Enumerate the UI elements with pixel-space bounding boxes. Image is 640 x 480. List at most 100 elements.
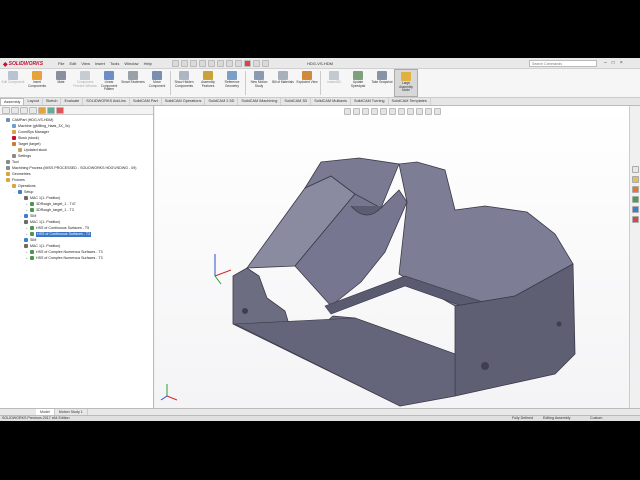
menu-item-help[interactable]: Help: [144, 61, 152, 66]
dimxpert-tab-icon[interactable]: [29, 107, 37, 114]
tree-toggle-icon[interactable]: -: [8, 184, 11, 188]
assembly-features-button[interactable]: Assembly Features: [196, 69, 220, 97]
tree-toggle-icon[interactable]: -: [20, 244, 23, 248]
instant3d-button[interactable]: Instant3D: [322, 69, 346, 97]
select-icon[interactable]: [226, 60, 233, 67]
tab-solidcam-operations[interactable]: SolidCAM Operations: [162, 98, 206, 105]
solidcam-tab-icon[interactable]: [38, 107, 46, 114]
solidworks-resources-icon[interactable]: [631, 166, 639, 173]
mate-button[interactable]: Mate: [49, 69, 73, 97]
maximize-icon[interactable]: □: [612, 60, 615, 66]
tab-solidcam-turning[interactable]: SolidCAM Turning: [351, 98, 389, 105]
save-icon[interactable]: [190, 60, 197, 67]
insert-components-label: Insert Components: [27, 80, 47, 88]
component-preview-window-button[interactable]: Component Preview Window: [73, 69, 97, 97]
show-hidden-components-icon: [179, 71, 189, 80]
cam-manager-tab-icon[interactable]: [56, 107, 64, 114]
edit-component-button[interactable]: Edit Component: [1, 69, 25, 97]
close-icon[interactable]: ×: [620, 60, 623, 66]
tree-toggle-icon[interactable]: +: [26, 256, 29, 260]
move-component-label: Move Component: [148, 80, 166, 88]
tab-solidworks-add-ins[interactable]: SOLIDWORKS Add-Ins: [83, 98, 130, 105]
tree-toggle-icon[interactable]: -: [20, 220, 23, 224]
stop-icon[interactable]: [244, 60, 251, 67]
status-units[interactable]: Custom: [590, 416, 602, 421]
menu-item-view[interactable]: View: [81, 61, 90, 66]
menu-item-window[interactable]: Window: [124, 61, 138, 66]
update-speedpak-button[interactable]: Update Speedpak: [346, 69, 370, 97]
menu-item-tools[interactable]: Tools: [110, 61, 119, 66]
redo-icon[interactable]: [217, 60, 224, 67]
v-block-3d-model[interactable]: [155, 106, 629, 408]
tree-node-icon: [12, 130, 16, 134]
tree-toggle-icon[interactable]: +: [26, 202, 29, 206]
tree-toggle-icon[interactable]: +: [26, 232, 29, 236]
tree-toggle-icon[interactable]: +: [26, 208, 29, 212]
graphics-viewport[interactable]: [155, 106, 629, 408]
tab-solidcam-3d[interactable]: SolidCAM 3D: [281, 98, 312, 105]
tab-evaluate[interactable]: Evaluate: [61, 98, 84, 105]
linear-component-pattern-button[interactable]: Linear Component Pattern: [97, 69, 121, 97]
status-editing: Editing Assembly: [543, 416, 571, 420]
display-manager-tab-icon[interactable]: [47, 107, 55, 114]
tab-layout[interactable]: Layout: [24, 98, 43, 105]
instant3d-icon: [329, 71, 339, 80]
view-palette-icon[interactable]: [631, 196, 639, 203]
tab-solidcam-templates[interactable]: SolidCAM Templates: [389, 98, 431, 105]
exploded-view-button[interactable]: Exploded View: [295, 69, 319, 97]
rebuild-icon[interactable]: [235, 60, 242, 67]
tree-toggle-icon[interactable]: -: [20, 238, 23, 242]
tab-solidcam-multiaxis[interactable]: SolidCAM Multiaxis: [311, 98, 351, 105]
configuration-tab-icon[interactable]: [20, 107, 28, 114]
open-icon[interactable]: [181, 60, 188, 67]
ribbon-separator: [170, 71, 171, 95]
tab-solidcam-2-5d[interactable]: SolidCAM 2.5D: [205, 98, 239, 105]
feature-tree-tab-icon[interactable]: [2, 107, 10, 114]
tree-node-icon: [6, 160, 10, 164]
tree-toggle-icon[interactable]: +: [26, 250, 29, 254]
search-commands-input[interactable]: Search Commands: [529, 60, 597, 67]
smart-fasteners-button[interactable]: Smart Fasteners: [121, 69, 145, 97]
show-hidden-components-button[interactable]: Show Hidden Components: [172, 69, 196, 97]
bill-of-materials-icon: [278, 71, 288, 80]
tree-toggle-icon[interactable]: -: [14, 190, 17, 194]
menu-item-file[interactable]: File: [58, 61, 64, 66]
tree-toggle-icon[interactable]: -: [20, 196, 23, 200]
property-manager-tab-icon[interactable]: [11, 107, 19, 114]
menu-item-insert[interactable]: Insert: [95, 61, 105, 66]
take-snapshot-button[interactable]: Take Snapshot: [370, 69, 394, 97]
tree-item[interactable]: + HSS of Complex Numerous Surfaces - T3: [0, 255, 153, 261]
file-explorer-icon[interactable]: [631, 186, 639, 193]
insert-components-button[interactable]: Insert Components: [25, 69, 49, 97]
ribbon-separator: [245, 71, 246, 95]
tree-item-label: HSS of Complex Numerous Surfaces - T3: [36, 255, 103, 260]
tab-sketch[interactable]: Sketch: [43, 98, 62, 105]
tab-solidcam-imachining[interactable]: SolidCAM iMachining: [238, 98, 282, 105]
menu-item-edit[interactable]: Edit: [69, 61, 76, 66]
tab-solidcam-part[interactable]: SolidCAM Part: [130, 98, 162, 105]
appearances-icon[interactable]: [631, 206, 639, 213]
file-properties-icon[interactable]: [262, 60, 269, 67]
tree-node-icon: [6, 118, 10, 122]
tree-toggle-icon[interactable]: -: [20, 214, 23, 218]
tree-toggle-icon[interactable]: +: [26, 226, 29, 230]
solidcam-manager-tree: CAMPart (HDG-VS-HDM) Machine (gMilling_Ha…: [0, 115, 153, 261]
large-assembly-mode-button[interactable]: Large Assembly Mode: [394, 69, 418, 97]
reference-geometry-icon: [227, 71, 237, 80]
undo-icon[interactable]: [208, 60, 215, 67]
command-manager-ribbon: Edit Component Insert Components Mate Compo…: [0, 69, 640, 98]
tab-assembly[interactable]: Assembly: [0, 98, 25, 105]
move-component-button[interactable]: Move Component: [145, 69, 169, 97]
reference-geometry-button[interactable]: Reference Geometry: [220, 69, 244, 97]
custom-properties-icon[interactable]: [631, 216, 639, 223]
smart-fasteners-icon: [128, 71, 138, 80]
new-motion-study-button[interactable]: New Motion Study: [247, 69, 271, 97]
print-icon[interactable]: [199, 60, 206, 67]
solidworks-logo[interactable]: ◆ SOLIDWORKS: [3, 60, 51, 68]
options-icon[interactable]: [253, 60, 260, 67]
new-icon[interactable]: [172, 60, 179, 67]
minimize-icon[interactable]: –: [604, 60, 607, 66]
mate-icon: [56, 71, 66, 80]
bill-of-materials-button[interactable]: Bill of Materials: [271, 69, 295, 97]
design-library-icon[interactable]: [631, 176, 639, 183]
